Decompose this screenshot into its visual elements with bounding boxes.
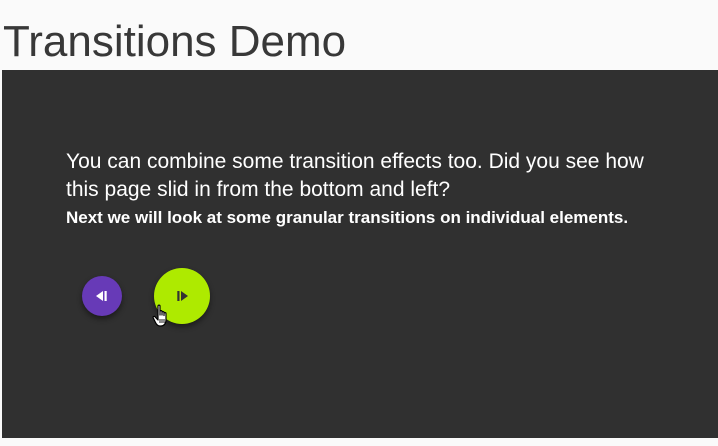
slide-content: You can combine some transition effects …	[66, 148, 666, 230]
previous-slide-button[interactable]	[82, 276, 122, 316]
slide-lead-text: You can combine some transition effects …	[66, 150, 644, 201]
slide-stage: You can combine some transition effects …	[2, 70, 718, 438]
skip-next-icon	[176, 291, 188, 301]
bottom-margin	[0, 438, 718, 446]
skip-previous-icon	[96, 291, 108, 301]
slide-sub-text: Next we will look at some granular trans…	[66, 208, 629, 227]
next-slide-button[interactable]	[154, 268, 210, 324]
page-title: Transitions Demo	[3, 17, 347, 66]
